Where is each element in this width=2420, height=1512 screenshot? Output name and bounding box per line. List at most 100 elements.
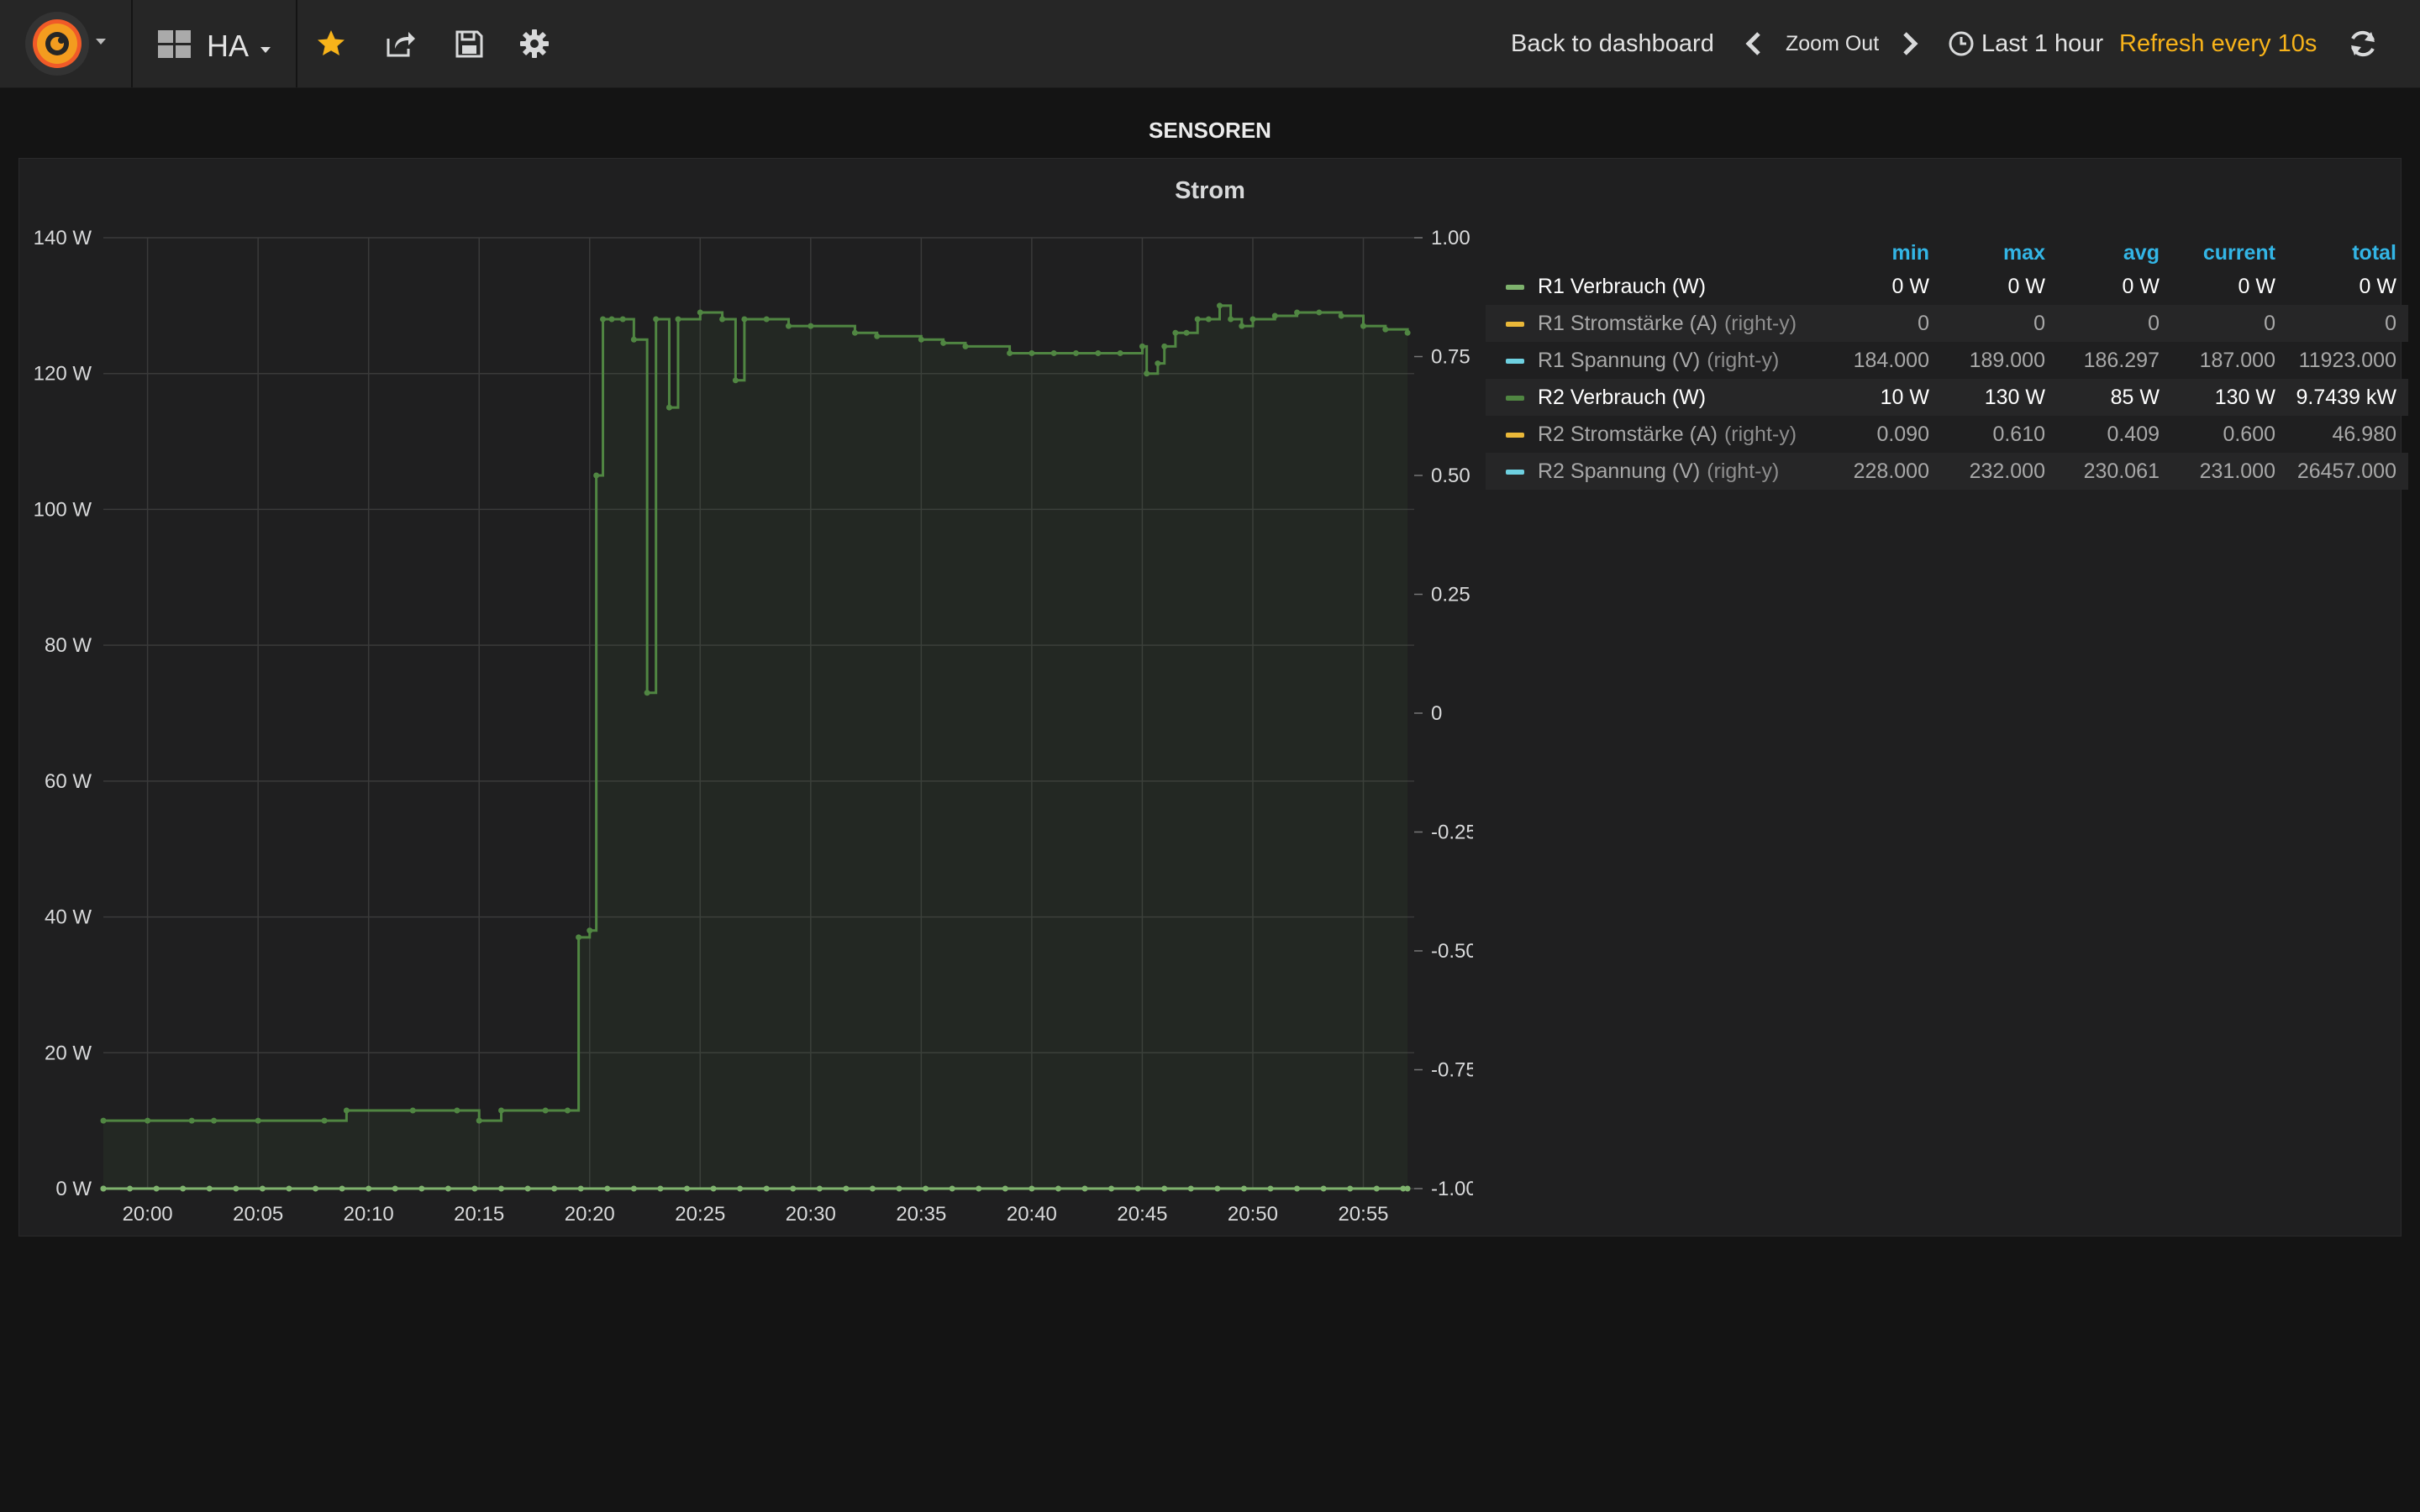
data-point bbox=[790, 1185, 797, 1192]
data-point bbox=[153, 1185, 160, 1192]
data-point bbox=[1249, 316, 1256, 323]
legend-value-current: 0.600 bbox=[2223, 423, 2275, 446]
data-point bbox=[896, 1185, 902, 1192]
legend-row[interactable]: R1 Stromstärke (A) (right-y) 0 0 0 0 0 bbox=[1486, 305, 2408, 342]
legend-header: min max avg current total bbox=[1486, 234, 2408, 268]
data-point bbox=[255, 1117, 261, 1124]
series-color-swatch[interactable] bbox=[1506, 396, 1524, 401]
x-tick-label: 20:25 bbox=[675, 1203, 725, 1226]
data-point bbox=[604, 1185, 611, 1192]
time-range-picker[interactable]: Last 1 hour bbox=[1981, 30, 2103, 58]
data-point bbox=[869, 1185, 876, 1192]
legend-value-total: 9.7439 kW bbox=[2296, 386, 2396, 409]
y-right-tick-label: 0.25 bbox=[1431, 584, 1470, 606]
save-icon[interactable] bbox=[452, 27, 486, 60]
data-point bbox=[684, 1185, 691, 1192]
legend-row[interactable]: R2 Verbrauch (W) 10 W 130 W 85 W 130 W 9.7439… bbox=[1486, 379, 2408, 416]
data-point bbox=[392, 1185, 398, 1192]
legend-value-total: 11923.000 bbox=[2298, 349, 2396, 372]
legend-table: min max avg current total R1 Verbrauch (… bbox=[1486, 234, 2408, 490]
data-point bbox=[851, 329, 858, 336]
legend-value-avg: 85 W bbox=[2110, 386, 2160, 409]
data-point bbox=[600, 316, 607, 323]
back-to-dashboard-link[interactable]: Back to dashboard bbox=[1511, 30, 1714, 58]
legend-col-min[interactable]: min bbox=[1892, 241, 1929, 265]
x-tick-label: 20:15 bbox=[454, 1203, 504, 1226]
grafana-menu-button[interactable] bbox=[0, 0, 133, 87]
y-left-tick-label: 20 W bbox=[45, 1042, 92, 1064]
data-point bbox=[233, 1185, 239, 1192]
data-point bbox=[949, 1185, 955, 1192]
legend-series-name[interactable]: R1 Stromstärke (A) (right-y) bbox=[1538, 312, 1797, 336]
data-point bbox=[1002, 1185, 1008, 1192]
data-point bbox=[843, 1185, 850, 1192]
legend-row[interactable]: R1 Spannung (V) (right-y) 184.000 189.000 18… bbox=[1486, 342, 2408, 379]
data-point bbox=[874, 333, 881, 339]
data-point bbox=[962, 343, 969, 349]
legend-series-name[interactable]: R2 Verbrauch (W) bbox=[1538, 386, 1706, 410]
y-right-tick-label: -0.75 bbox=[1431, 1059, 1473, 1082]
data-point bbox=[737, 1185, 744, 1192]
chevron-left-icon[interactable] bbox=[1738, 27, 1771, 60]
star-icon[interactable] bbox=[314, 27, 348, 60]
series-area-fill bbox=[103, 305, 1408, 1189]
data-point bbox=[808, 323, 814, 329]
x-tick-label: 20:45 bbox=[1117, 1203, 1167, 1226]
data-point bbox=[1139, 343, 1145, 349]
legend-value-min: 228.000 bbox=[1853, 459, 1929, 483]
legend-col-max[interactable]: max bbox=[2003, 241, 2045, 265]
data-point bbox=[1267, 1185, 1274, 1192]
dashboard-picker[interactable]: HA bbox=[133, 0, 297, 87]
series-color-swatch[interactable] bbox=[1506, 470, 1524, 475]
series-color-swatch[interactable] bbox=[1506, 433, 1524, 438]
zoom-out-button[interactable]: Zoom Out bbox=[1786, 32, 1879, 56]
legend-series-label: R2 Stromstärke (A) bbox=[1538, 423, 1718, 446]
y-right-tick-label: -1.00 bbox=[1431, 1178, 1473, 1200]
legend-value-avg: 0 bbox=[2148, 312, 2160, 335]
legend-series-name[interactable]: R2 Stromstärke (A) (right-y) bbox=[1538, 423, 1797, 447]
legend-series-name[interactable]: R1 Verbrauch (W) bbox=[1538, 275, 1706, 299]
legend-value-max: 0.610 bbox=[1992, 423, 2045, 446]
legend-value-current: 130 W bbox=[2214, 386, 2275, 409]
gear-icon[interactable] bbox=[518, 27, 551, 60]
chevron-right-icon[interactable] bbox=[1892, 27, 1926, 60]
data-point bbox=[666, 404, 672, 411]
legend-series-name[interactable]: R2 Spannung (V) (right-y) bbox=[1538, 459, 1779, 484]
legend-col-avg[interactable]: avg bbox=[2123, 241, 2160, 265]
data-point bbox=[644, 690, 650, 696]
graph-chart[interactable]: 0 W 20 W 40 W 60 W 80 W 100 W 120 W 140 W -1.00 -… bbox=[19, 159, 1473, 1236]
y-left-tick-label: 120 W bbox=[34, 363, 92, 386]
data-point bbox=[786, 323, 792, 329]
legend-value-avg: 230.061 bbox=[2083, 459, 2160, 483]
data-point bbox=[498, 1185, 505, 1192]
data-point bbox=[1214, 1185, 1221, 1192]
legend-value-max: 189.000 bbox=[1969, 349, 2045, 372]
refresh-icon[interactable] bbox=[2346, 27, 2380, 60]
legend-series-label: R1 Stromstärke (A) bbox=[1538, 312, 1718, 335]
data-point bbox=[542, 1107, 549, 1114]
legend-col-total[interactable]: total bbox=[2352, 241, 2396, 265]
data-point bbox=[719, 316, 726, 323]
legend-row[interactable]: R2 Spannung (V) (right-y) 228.000 232.000 23… bbox=[1486, 453, 2408, 490]
data-point bbox=[741, 316, 748, 323]
legend-series-label: R1 Verbrauch (W) bbox=[1538, 275, 1707, 298]
legend-series-name[interactable]: R1 Spannung (V) (right-y) bbox=[1538, 349, 1779, 373]
legend-value-min: 10 W bbox=[1880, 386, 1929, 409]
data-point bbox=[1161, 1185, 1168, 1192]
data-point bbox=[976, 1185, 982, 1192]
data-point bbox=[1271, 312, 1278, 319]
data-point bbox=[1144, 370, 1150, 377]
share-icon[interactable] bbox=[383, 27, 417, 60]
data-point bbox=[763, 1185, 770, 1192]
grafana-logo-icon bbox=[25, 12, 89, 76]
data-point bbox=[1373, 1185, 1380, 1192]
refresh-interval[interactable]: Refresh every 10s bbox=[2119, 30, 2317, 58]
series-color-swatch[interactable] bbox=[1506, 359, 1524, 364]
data-point bbox=[1360, 323, 1366, 329]
series-color-swatch[interactable] bbox=[1506, 322, 1524, 327]
legend-row[interactable]: R2 Stromstärke (A) (right-y) 0.090 0.610 0.4… bbox=[1486, 416, 2408, 453]
data-point bbox=[630, 1185, 637, 1192]
legend-col-current[interactable]: current bbox=[2203, 241, 2275, 265]
series-color-swatch[interactable] bbox=[1506, 285, 1524, 290]
legend-row[interactable]: R1 Verbrauch (W) 0 W 0 W 0 W 0 W 0 W bbox=[1486, 268, 2408, 305]
